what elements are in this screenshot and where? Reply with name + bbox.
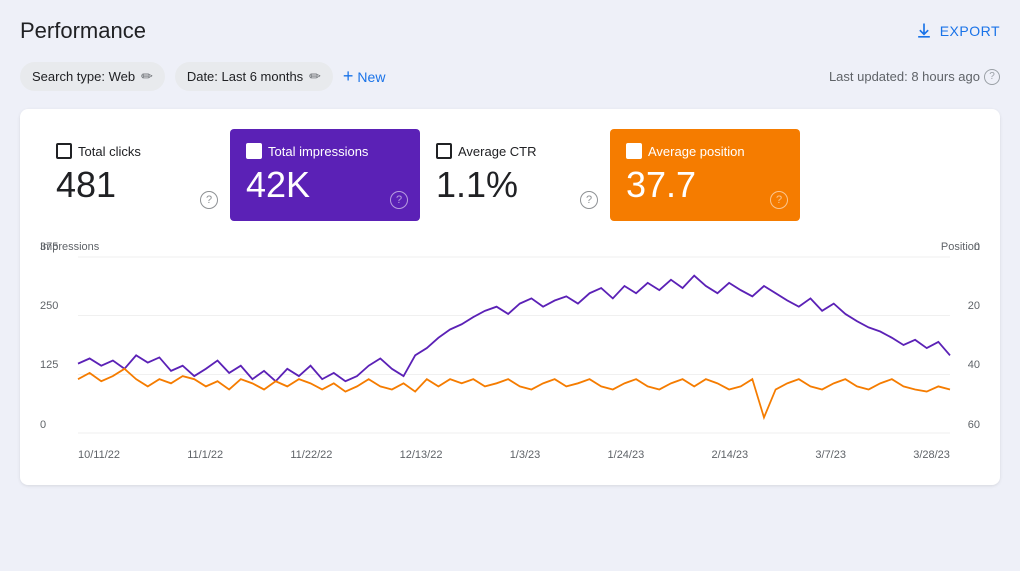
average-ctr-label: Average CTR <box>458 144 537 159</box>
total-clicks-value: 481 <box>56 165 214 205</box>
total-clicks-label-row: Total clicks <box>56 143 214 159</box>
date-label: Date: Last 6 months <box>187 69 303 84</box>
chart-svg-container <box>78 257 950 433</box>
average-ctr-label-row: Average CTR <box>436 143 594 159</box>
y-axis-right-labels: 0 20 40 60 <box>952 241 980 431</box>
x-label-6: 2/14/23 <box>711 449 748 461</box>
average-position-label: Average position <box>648 144 745 159</box>
total-clicks-checkbox <box>56 143 72 159</box>
x-label-2: 11/22/22 <box>290 449 332 461</box>
average-position-value: 37.7 <box>626 165 784 205</box>
metric-total-impressions[interactable]: Total impressions 42K ? <box>230 129 420 221</box>
total-impressions-value: 42K <box>246 165 404 205</box>
export-button[interactable]: EXPORT <box>914 21 1000 41</box>
total-impressions-checkbox <box>246 143 262 159</box>
y-left-label-125: 125 <box>40 359 78 371</box>
toolbar: Search type: Web ✏ Date: Last 6 months ✏… <box>20 62 1000 91</box>
edit-search-type-icon: ✏ <box>141 68 153 85</box>
chart-svg <box>78 257 950 433</box>
export-icon <box>914 21 934 41</box>
x-label-4: 1/3/23 <box>510 449 541 461</box>
y-left-label-0: 0 <box>40 419 78 431</box>
last-updated: Last updated: 8 hours ago ? <box>829 69 1000 85</box>
chart-area: Impressions Position 375 250 125 0 0 20 … <box>40 241 980 461</box>
y-right-label-20: 20 <box>952 300 980 312</box>
x-label-8: 3/28/23 <box>913 449 950 461</box>
export-label: EXPORT <box>940 23 1000 39</box>
x-label-1: 11/1/22 <box>187 449 223 461</box>
y-right-label-0: 0 <box>952 241 980 253</box>
average-ctr-help-icon: ? <box>580 191 598 209</box>
page-title: Performance <box>20 18 146 44</box>
metrics-row: Total clicks 481 ? Total impressions 42K… <box>40 129 980 221</box>
x-label-5: 1/24/23 <box>608 449 645 461</box>
search-type-filter[interactable]: Search type: Web ✏ <box>20 62 165 91</box>
average-position-label-row: Average position <box>626 143 784 159</box>
x-axis-labels: 10/11/22 11/1/22 11/22/22 12/13/22 1/3/2… <box>78 449 950 461</box>
average-position-checkbox <box>626 143 642 159</box>
y-left-label-375: 375 <box>40 241 78 253</box>
average-ctr-checkbox <box>436 143 452 159</box>
y-right-label-40: 40 <box>952 359 980 371</box>
average-ctr-value: 1.1% <box>436 165 594 205</box>
new-button[interactable]: + New <box>343 66 386 87</box>
total-impressions-label-row: Total impressions <box>246 143 404 159</box>
x-label-3: 12/13/22 <box>400 449 443 461</box>
last-updated-text: Last updated: 8 hours ago <box>829 69 980 84</box>
search-type-label: Search type: Web <box>32 69 135 84</box>
total-clicks-label: Total clicks <box>78 144 141 159</box>
metric-average-position[interactable]: Average position 37.7 ? <box>610 129 800 221</box>
y-right-label-60: 60 <box>952 419 980 431</box>
main-card: Total clicks 481 ? Total impressions 42K… <box>20 109 1000 485</box>
last-updated-help-icon: ? <box>984 69 1000 85</box>
plus-icon: + <box>343 66 354 87</box>
new-label: New <box>357 69 385 85</box>
metric-total-clicks[interactable]: Total clicks 481 ? <box>40 129 230 221</box>
y-axis-left-labels: 375 250 125 0 <box>40 241 78 431</box>
metric-average-ctr[interactable]: Average CTR 1.1% ? <box>420 129 610 221</box>
x-label-7: 3/7/23 <box>815 449 846 461</box>
y-left-label-250: 250 <box>40 300 78 312</box>
total-impressions-label: Total impressions <box>268 144 368 159</box>
x-label-0: 10/11/22 <box>78 449 120 461</box>
edit-date-icon: ✏ <box>309 68 321 85</box>
average-position-help-icon: ? <box>770 191 788 209</box>
total-clicks-help-icon: ? <box>200 191 218 209</box>
total-impressions-help-icon: ? <box>390 191 408 209</box>
date-filter[interactable]: Date: Last 6 months ✏ <box>175 62 333 91</box>
